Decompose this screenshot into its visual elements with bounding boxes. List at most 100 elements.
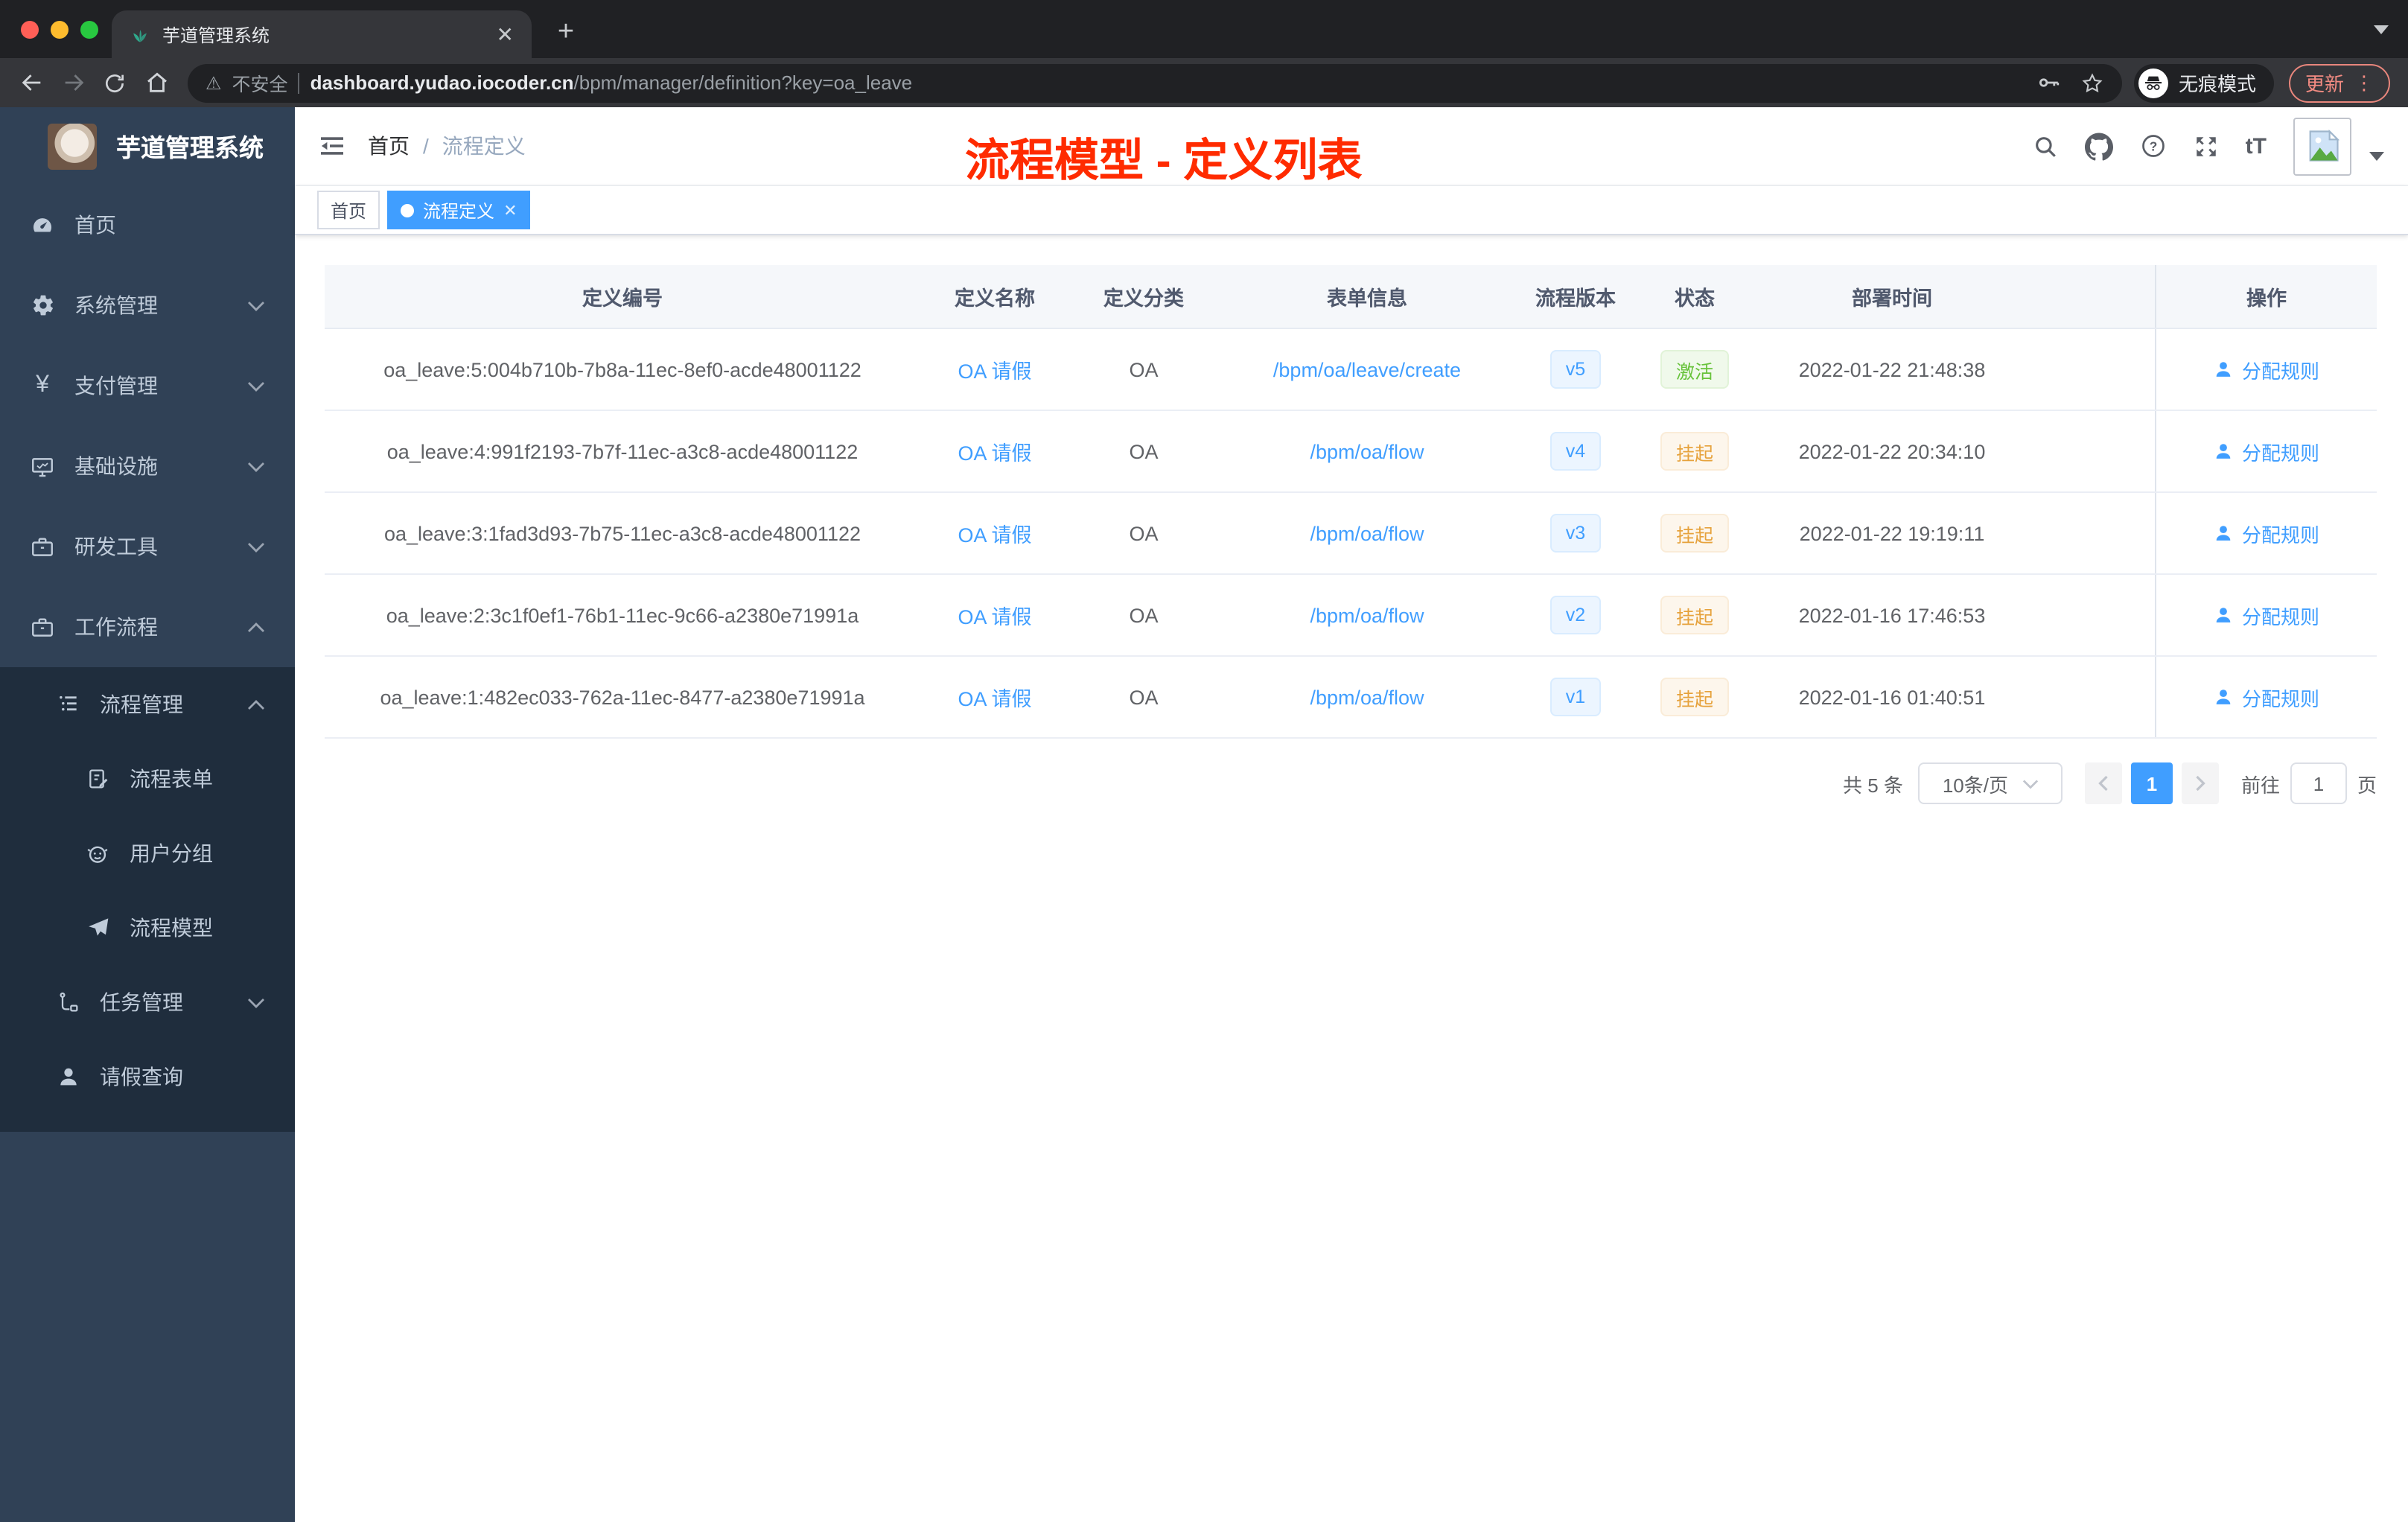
definition-name-link[interactable]: OA 请假 xyxy=(958,600,1031,630)
version-badge: v5 xyxy=(1550,350,1601,389)
definition-id: oa_leave:3:1fad3d93-7b75-11ec-a3c8-acde4… xyxy=(383,522,861,544)
breadcrumb-home-link[interactable]: 首页 xyxy=(368,131,410,161)
back-icon[interactable] xyxy=(12,63,51,102)
tab-close-icon[interactable]: ✕ xyxy=(497,24,514,45)
sidebar-item-workflow[interactable]: 工作流程 xyxy=(0,587,295,667)
browser-menu-dots-icon[interactable]: ⋮ xyxy=(2354,71,2374,95)
assign-rule-link[interactable]: 分配规则 xyxy=(2214,437,2319,465)
maximize-window-button[interactable] xyxy=(80,21,98,39)
definition-name-link[interactable]: OA 请假 xyxy=(958,436,1031,466)
page-unit-label: 页 xyxy=(2357,774,2377,796)
active-dot-icon xyxy=(401,203,415,217)
tag-close-icon[interactable]: ✕ xyxy=(503,200,517,220)
goto-label: 前往 xyxy=(2240,774,2280,796)
page-number-button[interactable]: 1 xyxy=(2130,762,2173,804)
new-tab-button[interactable]: + xyxy=(548,15,584,51)
bookmark-star-icon[interactable] xyxy=(2080,71,2104,95)
version-badge: v4 xyxy=(1550,432,1601,471)
browser-update-button[interactable]: 更新 ⋮ xyxy=(2288,63,2390,102)
sidebar-item-infrastructure[interactable]: 基础设施 xyxy=(0,426,295,506)
fullscreen-icon[interactable] xyxy=(2194,133,2219,159)
tag-process-definition[interactable]: 流程定义 ✕ xyxy=(387,191,531,229)
sidebar-item-label: 流程表单 xyxy=(130,767,213,791)
workflow-submenu: 流程管理 流程表单 用户分组 流程模型 任务管理 请假查询 xyxy=(0,667,295,1132)
assign-rule-label: 分配规则 xyxy=(2241,523,2319,546)
form-link[interactable]: /bpm/oa/flow xyxy=(1310,604,1424,626)
url-bar[interactable]: ⚠ 不安全 dashboard.yudao.iocoder.cn/bpm/man… xyxy=(188,63,2122,102)
definition-name-link[interactable]: OA 请假 xyxy=(958,682,1031,712)
version-badge: v1 xyxy=(1550,678,1601,716)
status-badge: 挂起 xyxy=(1660,514,1728,553)
home-icon[interactable] xyxy=(137,63,176,102)
tag-home[interactable]: 首页 xyxy=(317,191,380,229)
user-avatar-broken-image[interactable] xyxy=(2293,117,2351,175)
assign-rule-link[interactable]: 分配规则 xyxy=(2214,683,2319,711)
assign-rule-link[interactable]: 分配规则 xyxy=(2214,519,2319,547)
column-header: 定义分类 xyxy=(1103,287,1184,310)
chevron-down-icon xyxy=(247,300,265,311)
user-group-icon xyxy=(85,841,110,866)
form-link[interactable]: /bpm/oa/leave/create xyxy=(1273,358,1461,380)
sidebar-item-process-model[interactable]: 流程模型 xyxy=(0,891,295,965)
assign-rule-link[interactable]: 分配规则 xyxy=(2214,601,2319,629)
sidebar-item-user-group[interactable]: 用户分组 xyxy=(0,816,295,891)
forward-icon[interactable] xyxy=(54,63,92,102)
page-size-select[interactable]: 10条/页 xyxy=(1917,762,2063,804)
prev-page-button[interactable] xyxy=(2084,762,2122,804)
send-icon xyxy=(85,916,110,940)
chevron-up-icon xyxy=(247,622,265,632)
assign-rule-label: 分配规则 xyxy=(2241,605,2319,628)
status-badge: 挂起 xyxy=(1660,432,1728,471)
sidebar-item-system[interactable]: 系统管理 xyxy=(0,265,295,346)
definition-id: oa_leave:4:991f2193-7b7f-11ec-a3c8-acde4… xyxy=(386,440,859,462)
definition-id: oa_leave:2:3c1f0ef1-76b1-11ec-9c66-a2380… xyxy=(386,604,859,626)
sidebar-item-leave-query[interactable]: 请假查询 xyxy=(0,1039,295,1114)
form-link[interactable]: /bpm/oa/flow xyxy=(1310,440,1424,462)
chevron-down-icon xyxy=(247,461,265,471)
goto-page-input[interactable] xyxy=(2290,762,2347,804)
sidebar-item-process-management[interactable]: 流程管理 xyxy=(0,667,295,742)
sidebar-item-task-management[interactable]: 任务管理 xyxy=(0,965,295,1039)
sidebar-item-dev-tools[interactable]: 研发工具 xyxy=(0,506,295,587)
close-window-button[interactable] xyxy=(21,21,39,39)
browser-toolbar: ⚠ 不安全 dashboard.yudao.iocoder.cn/bpm/man… xyxy=(0,58,2408,107)
list-icon xyxy=(55,692,80,716)
definition-name-link[interactable]: OA 请假 xyxy=(958,354,1031,384)
user-icon xyxy=(2214,523,2235,544)
browser-tab[interactable]: 芋道管理系统 ✕ xyxy=(112,10,532,58)
url-path: /bpm/manager/definition?key=oa_leave xyxy=(573,71,913,94)
assign-rule-link[interactable]: 分配规则 xyxy=(2214,355,2319,383)
chevron-down-icon xyxy=(247,380,265,391)
font-size-icon[interactable]: tT xyxy=(2246,133,2267,159)
reload-icon[interactable] xyxy=(95,63,134,102)
page-size-value: 10条/页 xyxy=(1942,774,2008,796)
sidebar-item-payment[interactable]: ¥ 支付管理 xyxy=(0,346,295,426)
url-text[interactable]: dashboard.yudao.iocoder.cn/bpm/manager/d… xyxy=(310,71,2016,94)
breadcrumb: 首页 / 流程定义 xyxy=(368,131,526,161)
search-icon[interactable] xyxy=(2033,133,2058,159)
deploy-time: 2022-01-22 19:19:11 xyxy=(1799,522,1985,544)
sidebar-item-home[interactable]: 首页 xyxy=(0,185,295,265)
security-label[interactable]: 不安全 xyxy=(232,69,288,97)
sidebar-item-process-form[interactable]: 流程表单 xyxy=(0,742,295,816)
next-page-button[interactable] xyxy=(2181,762,2219,804)
user-menu-caret-icon[interactable] xyxy=(2369,152,2384,161)
github-icon[interactable] xyxy=(2084,132,2113,160)
chevron-up-icon xyxy=(247,699,265,710)
minimize-window-button[interactable] xyxy=(51,21,69,39)
form-link[interactable]: /bpm/oa/flow xyxy=(1310,686,1424,708)
sidebar-logo-row[interactable]: 芋道管理系统 xyxy=(0,107,295,185)
definition-name-link[interactable]: OA 请假 xyxy=(958,518,1031,548)
form-link[interactable]: /bpm/oa/flow xyxy=(1310,522,1424,544)
tab-search-caret-icon[interactable] xyxy=(2374,25,2389,34)
user-icon xyxy=(55,1065,80,1089)
status-badge: 挂起 xyxy=(1660,596,1728,634)
help-icon[interactable]: ? xyxy=(2140,133,2167,159)
column-header: 定义编号 xyxy=(582,287,663,310)
row-spacer xyxy=(2030,657,2155,737)
sidebar-fold-icon[interactable] xyxy=(319,133,345,159)
definition-id: oa_leave:5:004b710b-7b8a-11ec-8ef0-acde4… xyxy=(383,358,861,380)
incognito-icon xyxy=(2138,68,2168,98)
yen-icon: ¥ xyxy=(36,372,49,398)
password-key-icon[interactable] xyxy=(2036,70,2061,95)
